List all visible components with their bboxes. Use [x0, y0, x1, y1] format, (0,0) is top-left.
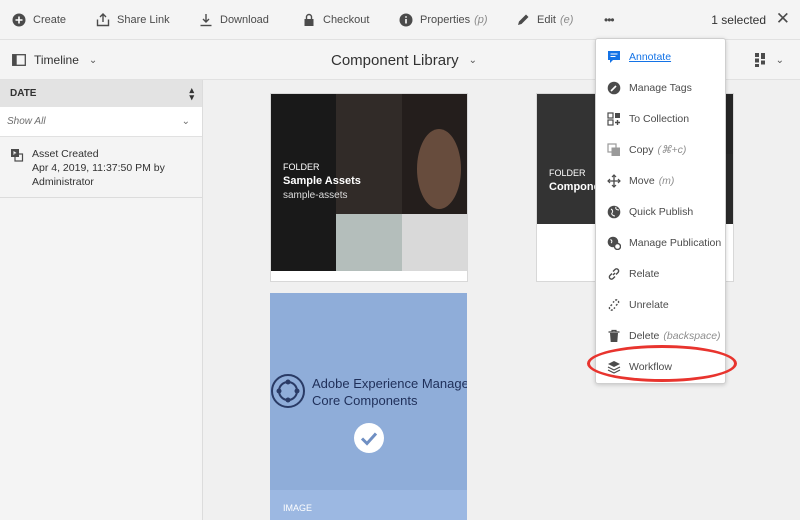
globe-icon: [607, 205, 621, 219]
menu-label: Unrelate: [629, 298, 669, 311]
link-icon: [607, 267, 621, 281]
chevron-down-icon: ⌄: [775, 54, 784, 66]
workflow-icon: [607, 360, 621, 374]
event-text: Asset Created Apr 4, 2019, 11:37:50 PM b…: [32, 147, 165, 189]
checkmark-icon[interactable]: [354, 423, 384, 453]
card-title: Sample Assets: [283, 175, 361, 187]
date-header-label: DATE: [10, 88, 37, 99]
card-view-icon: [754, 53, 765, 67]
checkout-button[interactable]: Checkout: [302, 0, 369, 40]
pencil-icon: [518, 14, 529, 25]
menu-item-workflow[interactable]: Workflow: [596, 351, 725, 382]
show-all-filter[interactable]: Show All ⌄: [0, 107, 202, 137]
download-label: Download: [220, 14, 269, 26]
more-actions-button[interactable]: •••: [604, 0, 615, 40]
card-type: IMAGE: [283, 503, 313, 513]
menu-item-unrelate[interactable]: Unrelate: [596, 289, 725, 320]
copy-icon: [607, 142, 621, 157]
image-title-line1: Adobe Experience Manager: [312, 376, 467, 391]
menu-item-manage-publication[interactable]: Manage Publication: [596, 227, 725, 258]
unlink-icon: [607, 298, 621, 312]
menu-label: Move: [629, 174, 655, 187]
edit-label: Edit: [537, 14, 556, 26]
checkout-label: Checkout: [323, 14, 370, 26]
menu-label: Manage Tags: [629, 81, 692, 94]
menu-item-relate[interactable]: Relate: [596, 258, 725, 289]
card-type: FOLDER: [283, 162, 320, 172]
folder-meta: FOLDER Sample Assets sample-assets: [283, 162, 361, 201]
annotate-icon: [607, 50, 621, 64]
menu-label: Workflow: [629, 360, 672, 373]
core-components-logo-icon: [271, 374, 305, 408]
selection-count: 1 selected: [711, 13, 766, 27]
filter-label: Show All: [7, 116, 46, 127]
tag-icon: [607, 81, 621, 95]
download-button[interactable]: Download: [199, 0, 269, 40]
menu-label: Relate: [629, 267, 660, 280]
timeline-rail: DATE ▴ ▾ Show All ⌄ Asset Created Apr 4, …: [0, 80, 203, 520]
chevron-down-icon: ⌄: [88, 54, 98, 66]
menu-item-manage-tags[interactable]: Manage Tags: [596, 72, 725, 103]
chevron-down-icon: ⌄: [181, 116, 190, 127]
add-circle-icon: [12, 13, 26, 27]
menu-label: Delete: [629, 329, 660, 342]
event-title: Asset Created: [32, 148, 99, 160]
share-icon: [96, 13, 110, 27]
event-user: Administrator: [32, 176, 94, 188]
menu-item-quick-publish[interactable]: Quick Publish: [596, 196, 725, 227]
move-icon: [607, 173, 621, 188]
menu-shortcut: (⌘+c): [657, 143, 687, 156]
menu-shortcut: (backspace): [663, 329, 721, 342]
page-title-text: Component Library: [331, 51, 459, 69]
rail-toggle-label: Timeline: [34, 53, 79, 67]
menu-shortcut: (m): [658, 174, 675, 187]
timeline-event[interactable]: Asset Created Apr 4, 2019, 11:37:50 PM b…: [0, 137, 202, 198]
menu-item-annotate[interactable]: Annotate: [596, 41, 725, 72]
menu-item-copy[interactable]: Copy (⌘+c): [596, 134, 725, 165]
image-card-core-components[interactable]: Adobe Experience Manager Core Components…: [270, 293, 467, 520]
menu-label: Copy: [629, 143, 654, 156]
menu-label: Quick Publish: [629, 205, 694, 218]
rail-toggle[interactable]: Timeline ⌄: [12, 40, 97, 80]
share-link-button[interactable]: Share Link: [96, 0, 170, 40]
create-label: Create: [33, 14, 67, 26]
collection-icon: [607, 111, 621, 126]
date-sort-header[interactable]: DATE ▴ ▾: [0, 80, 202, 107]
menu-label: Manage Publication: [629, 236, 722, 249]
menu-label: To Collection: [629, 112, 690, 125]
page-title[interactable]: Component Library ⌄: [331, 40, 477, 80]
download-icon: [200, 14, 212, 27]
close-selection-icon[interactable]: ✕: [776, 9, 790, 29]
more-actions-menu: Annotate Manage Tags To Collection Copy …: [595, 38, 726, 384]
menu-item-delete[interactable]: Delete (backspace): [596, 320, 725, 351]
lock-icon: [304, 13, 314, 26]
image-title-line2: Core Components: [312, 393, 418, 408]
view-switcher[interactable]: ⌄: [754, 52, 784, 68]
properties-shortcut: (p): [474, 14, 488, 26]
rail-icon: [12, 54, 26, 66]
menu-item-move[interactable]: Move (m): [596, 165, 725, 196]
properties-label: Properties: [420, 14, 471, 26]
folder-card-sample-assets[interactable]: FOLDER Sample Assets sample-assets: [271, 94, 467, 281]
asset-created-icon: [11, 149, 24, 162]
sort-icon: ▴ ▾: [189, 84, 194, 102]
share-link-label: Share Link: [117, 14, 170, 26]
image-title: Adobe Experience Manager Core Components: [312, 375, 467, 409]
menu-item-to-collection[interactable]: To Collection: [596, 103, 725, 134]
card-footer: IMAGE: [270, 490, 467, 520]
info-icon: [399, 13, 413, 27]
card-subtitle: sample-assets: [283, 190, 348, 201]
trash-icon: [607, 329, 621, 343]
edit-shortcut: (e): [559, 14, 574, 26]
edit-button[interactable]: Edit (e): [516, 0, 573, 40]
properties-button[interactable]: Properties (p): [399, 0, 488, 40]
chevron-down-icon: ⌄: [468, 54, 477, 66]
menu-label: Annotate: [629, 50, 672, 63]
action-bar: Create Share Link Download Checkout Prop…: [0, 0, 800, 40]
globe-settings-icon: [607, 236, 621, 250]
create-button[interactable]: Create: [12, 0, 66, 40]
event-date: Apr 4, 2019, 11:37:50 PM by: [32, 162, 165, 174]
